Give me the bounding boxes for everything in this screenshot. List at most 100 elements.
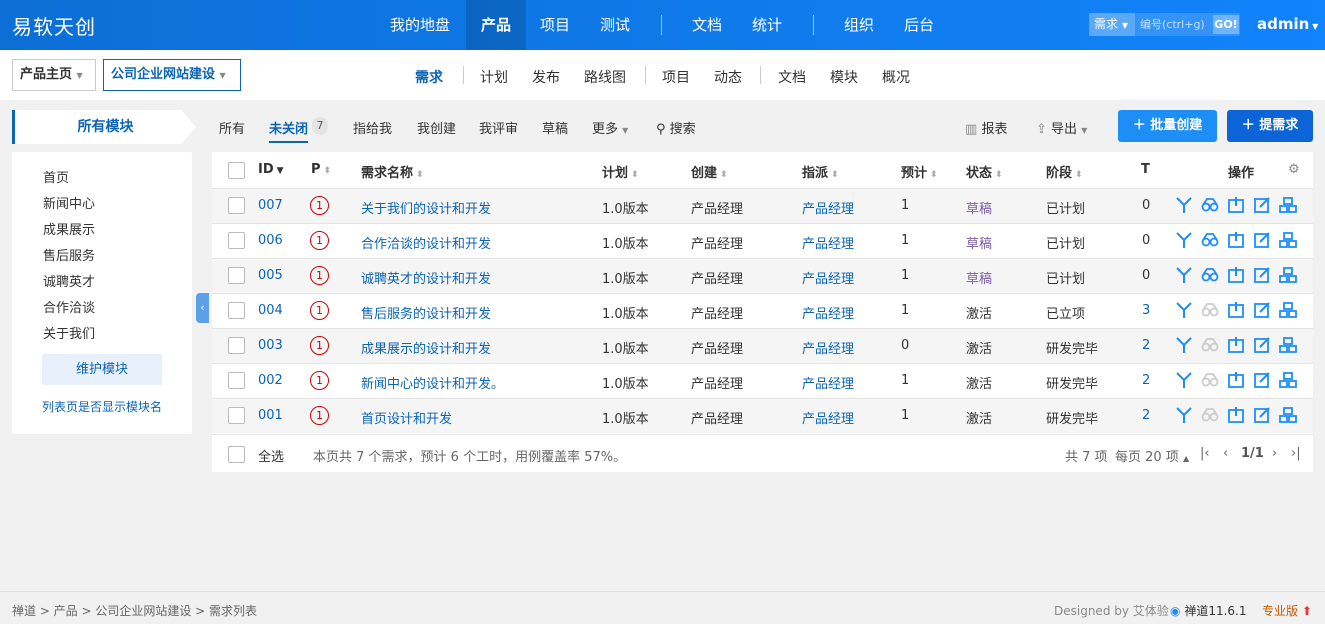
col-id[interactable]: ID ▼: [258, 162, 284, 177]
change-icon[interactable]: [1174, 300, 1194, 320]
create-case-icon[interactable]: [1278, 370, 1298, 390]
story-name[interactable]: 新闻中心的设计和开发。: [361, 373, 504, 392]
nav-product[interactable]: 产品: [466, 0, 526, 50]
story-assigned[interactable]: 产品经理: [802, 408, 854, 427]
row-checkbox[interactable]: [228, 232, 245, 249]
change-icon[interactable]: [1174, 370, 1194, 390]
story-assigned[interactable]: 产品经理: [802, 373, 854, 392]
row-checkbox[interactable]: [228, 302, 245, 319]
table-row[interactable]: 001 1 首页设计和开发 1.0版本 产品经理 产品经理 1 激活 研发完毕 2: [212, 398, 1313, 433]
row-checkbox[interactable]: [228, 372, 245, 389]
review-icon[interactable]: [1200, 230, 1220, 250]
row-checkbox[interactable]: [228, 267, 245, 284]
story-assigned[interactable]: 产品经理: [802, 268, 854, 287]
col-priority[interactable]: P ⬍: [311, 162, 331, 177]
edit-icon[interactable]: [1252, 230, 1272, 250]
col-creator[interactable]: 创建 ⬍: [691, 162, 728, 181]
close-story-icon[interactable]: [1226, 265, 1246, 285]
create-case-icon[interactable]: [1278, 265, 1298, 285]
story-assigned[interactable]: 产品经理: [802, 233, 854, 252]
story-tasks[interactable]: 2: [1142, 408, 1150, 423]
story-name[interactable]: 关于我们的设计和开发: [361, 198, 491, 217]
story-id[interactable]: 006: [258, 233, 283, 248]
last-page-icon[interactable]: ›|: [1291, 446, 1301, 461]
module-item[interactable]: 合作洽谈: [43, 297, 95, 316]
table-row[interactable]: 004 1 售后服务的设计和开发 1.0版本 产品经理 产品经理 1 激活 已立项 3: [212, 293, 1313, 328]
filter-tab-review[interactable]: 我评审: [479, 118, 518, 137]
close-story-icon[interactable]: [1226, 370, 1246, 390]
table-row[interactable]: 007 1 关于我们的设计和开发 1.0版本 产品经理 产品经理 1 草稿 已计划 0: [212, 188, 1313, 223]
edit-icon[interactable]: [1252, 265, 1272, 285]
col-assigned[interactable]: 指派 ⬍: [802, 162, 839, 181]
prev-page-icon[interactable]: ‹: [1223, 446, 1228, 461]
edit-icon[interactable]: [1252, 195, 1272, 215]
footer-breadcrumb[interactable]: 禅道 > 产品 > 公司企业网站建设 > 需求列表: [12, 602, 257, 619]
table-row[interactable]: 006 1 合作洽谈的设计和开发 1.0版本 产品经理 产品经理 1 草稿 已计划 0: [212, 223, 1313, 258]
story-assigned[interactable]: 产品经理: [802, 303, 854, 322]
change-icon[interactable]: [1174, 335, 1194, 355]
story-name[interactable]: 首页设计和开发: [361, 408, 452, 427]
nav-stats[interactable]: 统计: [742, 0, 792, 50]
change-icon[interactable]: [1174, 230, 1194, 250]
nav-admin[interactable]: 后台: [894, 0, 944, 50]
story-tasks[interactable]: 2: [1142, 373, 1150, 388]
create-case-icon[interactable]: [1278, 230, 1298, 250]
story-name[interactable]: 合作洽谈的设计和开发: [361, 233, 491, 252]
edit-icon[interactable]: [1252, 300, 1272, 320]
filter-tab-all[interactable]: 所有: [219, 118, 245, 137]
edit-icon[interactable]: [1252, 335, 1272, 355]
create-case-icon[interactable]: [1278, 335, 1298, 355]
filter-tab-assigned[interactable]: 指给我: [353, 118, 392, 137]
story-id[interactable]: 002: [258, 373, 283, 388]
module-item[interactable]: 关于我们: [43, 323, 95, 342]
table-row[interactable]: 005 1 诚聘英才的设计和开发 1.0版本 产品经理 产品经理 1 草稿 已计划 0: [212, 258, 1313, 293]
subnav-release[interactable]: 发布: [532, 67, 560, 87]
subnav-story[interactable]: 需求: [415, 67, 443, 87]
module-item[interactable]: 新闻中心: [43, 193, 95, 212]
nav-doc[interactable]: 文档: [682, 0, 732, 50]
subnav-roadmap[interactable]: 路线图: [584, 67, 626, 87]
story-id[interactable]: 003: [258, 338, 283, 353]
subnav-dynamic[interactable]: 动态: [714, 67, 742, 87]
select-all-checkbox[interactable]: [228, 446, 245, 463]
edition-label[interactable]: 专业版 ⬆: [1262, 602, 1312, 619]
edit-icon[interactable]: [1252, 405, 1272, 425]
breadcrumb-product[interactable]: 公司企业网站建设 ▼: [103, 59, 241, 91]
table-row[interactable]: 002 1 新闻中心的设计和开发。 1.0版本 产品经理 产品经理 1 激活 研发完毕 2: [212, 363, 1313, 398]
review-icon[interactable]: [1200, 265, 1220, 285]
close-story-icon[interactable]: [1226, 300, 1246, 320]
first-page-icon[interactable]: |‹: [1200, 446, 1210, 461]
close-story-icon[interactable]: [1226, 230, 1246, 250]
filter-tab-more[interactable]: 更多 ▼: [592, 118, 628, 137]
close-story-icon[interactable]: [1226, 195, 1246, 215]
change-icon[interactable]: [1174, 405, 1194, 425]
story-id[interactable]: 005: [258, 268, 283, 283]
change-icon[interactable]: [1174, 265, 1194, 285]
row-checkbox[interactable]: [228, 407, 245, 424]
review-icon[interactable]: [1200, 335, 1220, 355]
row-checkbox[interactable]: [228, 197, 245, 214]
col-name[interactable]: 需求名称 ⬍: [361, 162, 424, 181]
row-checkbox[interactable]: [228, 337, 245, 354]
module-item[interactable]: 首页: [43, 167, 69, 186]
filter-tab-draft[interactable]: 草稿: [542, 118, 568, 137]
nav-my[interactable]: 我的地盘: [380, 0, 460, 50]
table-row[interactable]: 003 1 成果展示的设计和开发 1.0版本 产品经理 产品经理 0 激活 研发完毕 2: [212, 328, 1313, 363]
version-label[interactable]: ◉ 禅道11.6.1: [1170, 602, 1246, 619]
go-button[interactable]: GO!: [1213, 15, 1239, 34]
close-story-icon[interactable]: [1226, 405, 1246, 425]
story-id[interactable]: 007: [258, 198, 283, 213]
story-tasks[interactable]: 2: [1142, 338, 1150, 353]
story-name[interactable]: 诚聘英才的设计和开发: [361, 268, 491, 287]
subnav-overview[interactable]: 概况: [882, 67, 910, 87]
brand-logo[interactable]: 易软天创: [12, 11, 96, 40]
subnav-plan[interactable]: 计划: [480, 67, 508, 87]
batch-create-button[interactable]: ＋ 批量创建: [1118, 110, 1217, 142]
col-status[interactable]: 状态 ⬍: [966, 162, 1003, 181]
close-story-icon[interactable]: [1226, 335, 1246, 355]
story-name[interactable]: 成果展示的设计和开发: [361, 338, 491, 357]
story-name[interactable]: 售后服务的设计和开发: [361, 303, 491, 322]
col-plan[interactable]: 计划 ⬍: [602, 162, 639, 181]
report-button[interactable]: ▥ 报表: [965, 118, 1007, 137]
module-item[interactable]: 诚聘英才: [43, 271, 95, 290]
